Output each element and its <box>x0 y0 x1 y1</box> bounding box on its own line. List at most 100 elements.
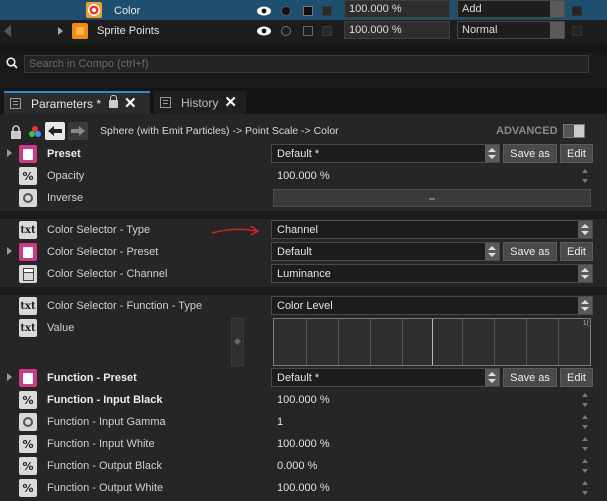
grid-line <box>306 319 307 365</box>
spinner-icon[interactable] <box>578 221 592 238</box>
lock-icon[interactable] <box>109 94 119 108</box>
solo-icon[interactable] <box>281 26 291 36</box>
advanced-toggle[interactable] <box>563 124 585 138</box>
param-label: Color Selector - Type <box>47 224 151 236</box>
save-as-button[interactable]: Save as <box>503 144 557 163</box>
param-label: Color Selector - Preset <box>47 246 159 258</box>
save-as-button[interactable]: Save as <box>503 242 557 261</box>
percent-icon: % <box>19 167 37 185</box>
param-row-input-gamma: Function - Input Gamma 1 <box>0 411 607 433</box>
tab-history[interactable]: History ✕ <box>154 91 246 114</box>
close-icon[interactable]: ✕ <box>124 96 137 111</box>
param-label: Preset <box>47 148 81 160</box>
preset-icon <box>19 145 37 163</box>
param-label: Color Selector - Channel <box>47 268 168 280</box>
cs-channel-select[interactable]: Luminance <box>271 264 593 283</box>
spinner-icon[interactable] <box>550 1 564 17</box>
eye-icon[interactable] <box>256 26 272 36</box>
layer-blend-select[interactable]: Add <box>457 0 565 18</box>
edit-button[interactable]: Edit <box>560 368 593 387</box>
layer-opacity-field[interactable]: 100.000 % <box>344 0 450 18</box>
layer-mask-toggle[interactable] <box>322 26 332 36</box>
stepper-icon[interactable] <box>582 393 588 407</box>
tab-parameters[interactable]: Parameters * ✕ <box>4 91 150 114</box>
sprite-points-icon <box>72 23 88 39</box>
edit-button[interactable]: Edit <box>560 144 593 163</box>
spinner-icon[interactable] <box>550 22 564 38</box>
layer-blend-select[interactable]: Normal <box>457 21 565 39</box>
grid-line <box>462 319 463 365</box>
percent-icon: % <box>19 435 37 453</box>
percent-icon: % <box>19 391 37 409</box>
stepper-icon[interactable] <box>582 169 588 183</box>
layer-row-color[interactable]: Color 100.000 % Add <box>0 0 607 22</box>
value-curve-editor[interactable]: 1( <box>273 318 591 366</box>
divider <box>0 287 607 295</box>
color-dots-icon[interactable] <box>27 124 43 140</box>
eye-icon[interactable] <box>256 6 272 16</box>
expand-icon[interactable] <box>58 27 63 35</box>
back-arrow-icon[interactable] <box>4 25 11 37</box>
expand-icon[interactable] <box>7 247 12 255</box>
spinner-icon[interactable] <box>485 369 499 386</box>
grid-line <box>526 319 527 365</box>
function-type-select[interactable]: Color Level <box>271 296 593 315</box>
back-button[interactable] <box>45 122 65 140</box>
value-scroll-handle[interactable] <box>231 318 244 366</box>
lock-icon[interactable] <box>8 124 24 140</box>
input-white-value[interactable]: 100.000 % <box>277 438 330 450</box>
cs-preset-select[interactable]: Default <box>271 242 500 261</box>
select-value: Default <box>277 246 312 258</box>
spinner-icon[interactable] <box>578 265 592 282</box>
layer-mask-toggle[interactable] <box>322 6 332 16</box>
param-label: Function - Input Gamma <box>47 416 166 428</box>
param-row-input-white: % Function - Input White 100.000 % <box>0 433 607 455</box>
stepper-icon[interactable] <box>582 459 588 473</box>
expand-icon[interactable] <box>7 149 12 157</box>
edit-button[interactable]: Edit <box>560 242 593 261</box>
layer-opacity-field[interactable]: 100.000 % <box>344 21 450 39</box>
expand-icon[interactable] <box>7 373 12 381</box>
trigger-icon <box>19 189 37 207</box>
output-black-value[interactable]: 0.000 % <box>277 460 317 472</box>
solo-icon[interactable] <box>281 6 291 16</box>
param-row-cs-type: txt Color Selector - Type Channel <box>0 219 607 241</box>
preset-select[interactable]: Default * <box>271 144 500 163</box>
param-row-opacity: % Opacity 100.000 % <box>0 165 607 187</box>
opacity-value[interactable]: 100.000 % <box>277 170 330 182</box>
spinner-icon[interactable] <box>578 297 592 314</box>
layer-extra-toggle[interactable] <box>572 26 582 36</box>
select-value: Channel <box>277 224 318 236</box>
param-row-input-black: % Function - Input Black 100.000 % <box>0 389 607 411</box>
stepper-icon[interactable] <box>582 415 588 429</box>
inverse-trigger-button[interactable] <box>273 189 591 207</box>
close-icon[interactable]: ✕ <box>224 95 237 110</box>
lock-icon[interactable] <box>303 6 313 16</box>
spinner-icon[interactable] <box>485 145 499 162</box>
input-gamma-value[interactable]: 1 <box>277 416 283 428</box>
output-white-value[interactable]: 100.000 % <box>277 482 330 494</box>
advanced-label: ADVANCED <box>496 125 558 137</box>
save-as-button[interactable]: Save as <box>503 368 557 387</box>
param-row-csf-type: txt Color Selector - Function - Type Col… <box>0 295 607 317</box>
color-selector-type-select[interactable]: Channel <box>271 220 593 239</box>
annotation-arrow-icon <box>211 225 260 236</box>
forward-button[interactable] <box>68 122 88 140</box>
grid-line <box>558 319 559 365</box>
breadcrumb: Sphere (with Emit Particles) -> Point Sc… <box>0 118 607 144</box>
divider <box>0 44 607 52</box>
breadcrumb-path: Sphere (with Emit Particles) -> Point Sc… <box>100 125 339 137</box>
lock-icon[interactable] <box>303 26 313 36</box>
layer-row-sprite-points[interactable]: Sprite Points 100.000 % Normal <box>0 20 607 42</box>
layer-extra-toggle[interactable] <box>572 6 582 16</box>
text-icon: txt <box>19 221 37 239</box>
stepper-icon[interactable] <box>582 437 588 451</box>
stepper-icon[interactable] <box>582 481 588 495</box>
param-row-preset: Preset Default * Save as Edit <box>0 143 607 165</box>
input-black-value[interactable]: 100.000 % <box>277 394 330 406</box>
tab-bar: Parameters * ✕ History ✕ <box>0 88 607 114</box>
function-preset-select[interactable]: Default * <box>271 368 500 387</box>
tab-label: History <box>181 95 219 110</box>
search-input[interactable]: Search in Compo (ctrl+f) <box>24 55 589 73</box>
spinner-icon[interactable] <box>485 243 499 260</box>
